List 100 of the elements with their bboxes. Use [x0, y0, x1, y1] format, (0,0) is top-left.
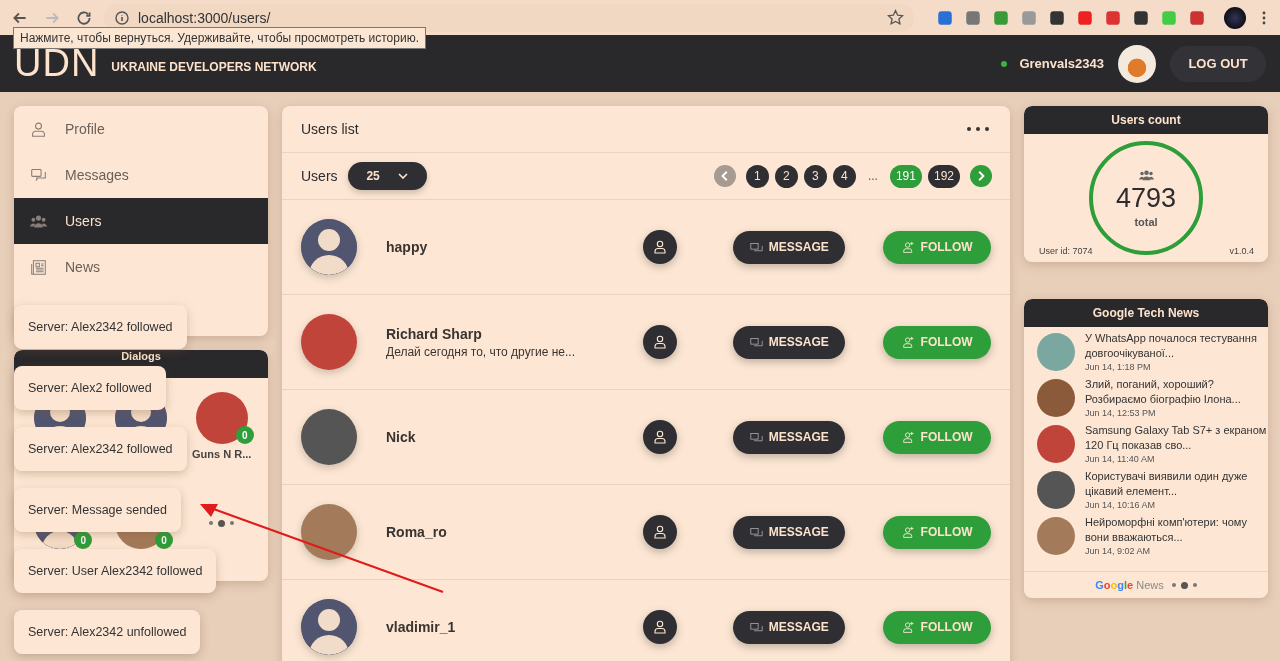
sidebar-item[interactable]: Messages [14, 152, 268, 198]
profile-button[interactable] [643, 420, 678, 454]
card-header: Users count [1024, 106, 1268, 134]
chat-icon [749, 240, 763, 254]
profile-button[interactable] [643, 325, 678, 359]
person-icon [652, 524, 669, 540]
user-id: User id: 7074 [1039, 246, 1093, 256]
users-total: 4793 [1115, 182, 1177, 214]
news-date: Jun 14, 12:53 PM [1085, 407, 1157, 419]
chevron-down-icon [397, 173, 408, 179]
sidebar-item[interactable]: Users [14, 198, 268, 244]
news-icon [30, 258, 47, 276]
profile-button[interactable] [643, 610, 678, 644]
info-icon [114, 9, 130, 26]
news-title[interactable]: Користувачі виявили один дуже цікавий елемент... [1085, 469, 1268, 499]
photo-placeholder[interactable] [1037, 425, 1075, 463]
add-person-icon [901, 335, 915, 349]
menu-icon[interactable] [1262, 9, 1266, 26]
chat-icon [749, 620, 763, 634]
profile-button[interactable] [643, 515, 678, 549]
profile-button[interactable] [643, 230, 678, 264]
user-name[interactable]: vladimir_1 [386, 619, 644, 635]
chat-icon [30, 166, 47, 184]
avatar-icon[interactable] [1118, 44, 1156, 83]
news-title[interactable]: Samsung Galaxy Tab S7+ з екраном 120 Гц показав сво... [1085, 423, 1268, 453]
news-date: Jun 14, 11:40 AM [1085, 453, 1156, 465]
photo-placeholder[interactable] [1037, 517, 1075, 555]
total-label: total [1134, 215, 1158, 228]
dialog-name: Guns N R... [192, 448, 252, 460]
message-button[interactable]: MESSAGE [733, 230, 846, 264]
page-size-dropdown[interactable]: 25 [347, 162, 427, 190]
user-name[interactable]: Nick [386, 429, 644, 445]
version: v1.0.4 [1229, 246, 1254, 256]
next-page-button[interactable] [970, 165, 992, 187]
news-title[interactable]: У WhatsApp почалося тестування довгоочікуваної... [1085, 331, 1268, 361]
page-button[interactable]: 4 [832, 164, 856, 188]
page-button[interactable]: 3 [803, 164, 827, 188]
photo-placeholder[interactable] [195, 392, 248, 444]
person-icon [652, 619, 669, 635]
tooltip: Нажмите, чтобы вернуться. Удерживайте, чтобы просмотреть историю. [13, 27, 426, 49]
star-icon[interactable] [887, 9, 904, 26]
notification-toast: Server: Alex2342 followed [14, 427, 187, 471]
add-person-icon [901, 240, 915, 254]
sidebar-item[interactable]: News [14, 244, 268, 290]
message-button[interactable]: MESSAGE [733, 420, 846, 454]
news-title[interactable]: Нейроморфні комп'ютери: чому вони вважаються... [1085, 515, 1268, 545]
photo-placeholder[interactable] [1037, 471, 1075, 509]
carousel-dot[interactable] [230, 521, 235, 525]
card-header: Google Tech News [1024, 299, 1268, 327]
page-size-label: Users [301, 168, 338, 184]
chat-icon [749, 335, 763, 349]
add-person-icon [901, 430, 915, 444]
extension-icon[interactable] [1132, 8, 1150, 27]
photo-placeholder[interactable] [301, 314, 357, 370]
carousel-dot[interactable] [209, 521, 214, 525]
carousel-dot[interactable] [1171, 583, 1176, 587]
group-icon [1138, 168, 1154, 181]
notification-toast: Server: Alex2342 followed [14, 305, 187, 349]
person-icon [30, 120, 47, 138]
logout-button[interactable]: LOG OUT [1170, 45, 1266, 82]
user-name[interactable]: Richard Sharp [386, 325, 644, 342]
photo-placeholder[interactable] [1037, 379, 1075, 417]
chat-icon [749, 525, 763, 539]
page-gap: ... [867, 169, 878, 183]
profile-icon[interactable] [1224, 6, 1246, 29]
page-button[interactable]: 192 [927, 164, 960, 188]
add-person-icon [901, 620, 915, 634]
chat-icon [749, 430, 763, 444]
news-title[interactable]: Злий, поганий, хороший? Розбираємо біографію Ілона... [1085, 377, 1268, 407]
person-icon [652, 429, 669, 445]
carousel-dot[interactable] [1180, 581, 1188, 589]
card-title: Users list [301, 121, 359, 137]
carousel-dot[interactable] [1192, 583, 1197, 587]
news-date: Jun 14, 10:16 AM [1085, 499, 1157, 511]
notification-toast: Server: Alex2342 unfollowed [14, 610, 201, 654]
extension-icon[interactable] [1048, 8, 1066, 27]
message-button[interactable]: MESSAGE [733, 610, 846, 644]
notification-toast: Server: Message sended [14, 488, 181, 532]
user-name[interactable]: Roma_ro [386, 524, 644, 540]
site-subtitle: UKRAINE DEVELOPERS NETWORK [111, 59, 317, 74]
person-icon [652, 239, 669, 255]
message-button[interactable]: MESSAGE [733, 515, 846, 549]
carousel-dot[interactable] [218, 519, 226, 527]
photo-placeholder[interactable] [301, 409, 357, 465]
news-date: Jun 14, 1:18 PM [1085, 361, 1152, 373]
google-news-logo: Google News [1095, 579, 1164, 591]
page-button[interactable]: 1 [745, 164, 769, 188]
message-button[interactable]: MESSAGE [733, 325, 846, 359]
notification-toast: Server: Alex2 followed [14, 366, 166, 410]
photo-placeholder[interactable] [301, 504, 357, 560]
user-name[interactable]: happy [386, 239, 644, 255]
avatar-silhouette[interactable] [301, 219, 357, 275]
person-icon [652, 334, 669, 350]
username: Grenvals2343 [1019, 56, 1104, 71]
sidebar-item[interactable]: Profile [14, 106, 268, 152]
address-bar[interactable]: localhost:3000/users/ [104, 3, 914, 32]
page-button[interactable]: 2 [774, 164, 798, 188]
notification-toast: Server: User Alex2342 followed [14, 549, 217, 593]
avatar-silhouette[interactable] [301, 599, 357, 655]
more-icon[interactable] [966, 126, 990, 132]
